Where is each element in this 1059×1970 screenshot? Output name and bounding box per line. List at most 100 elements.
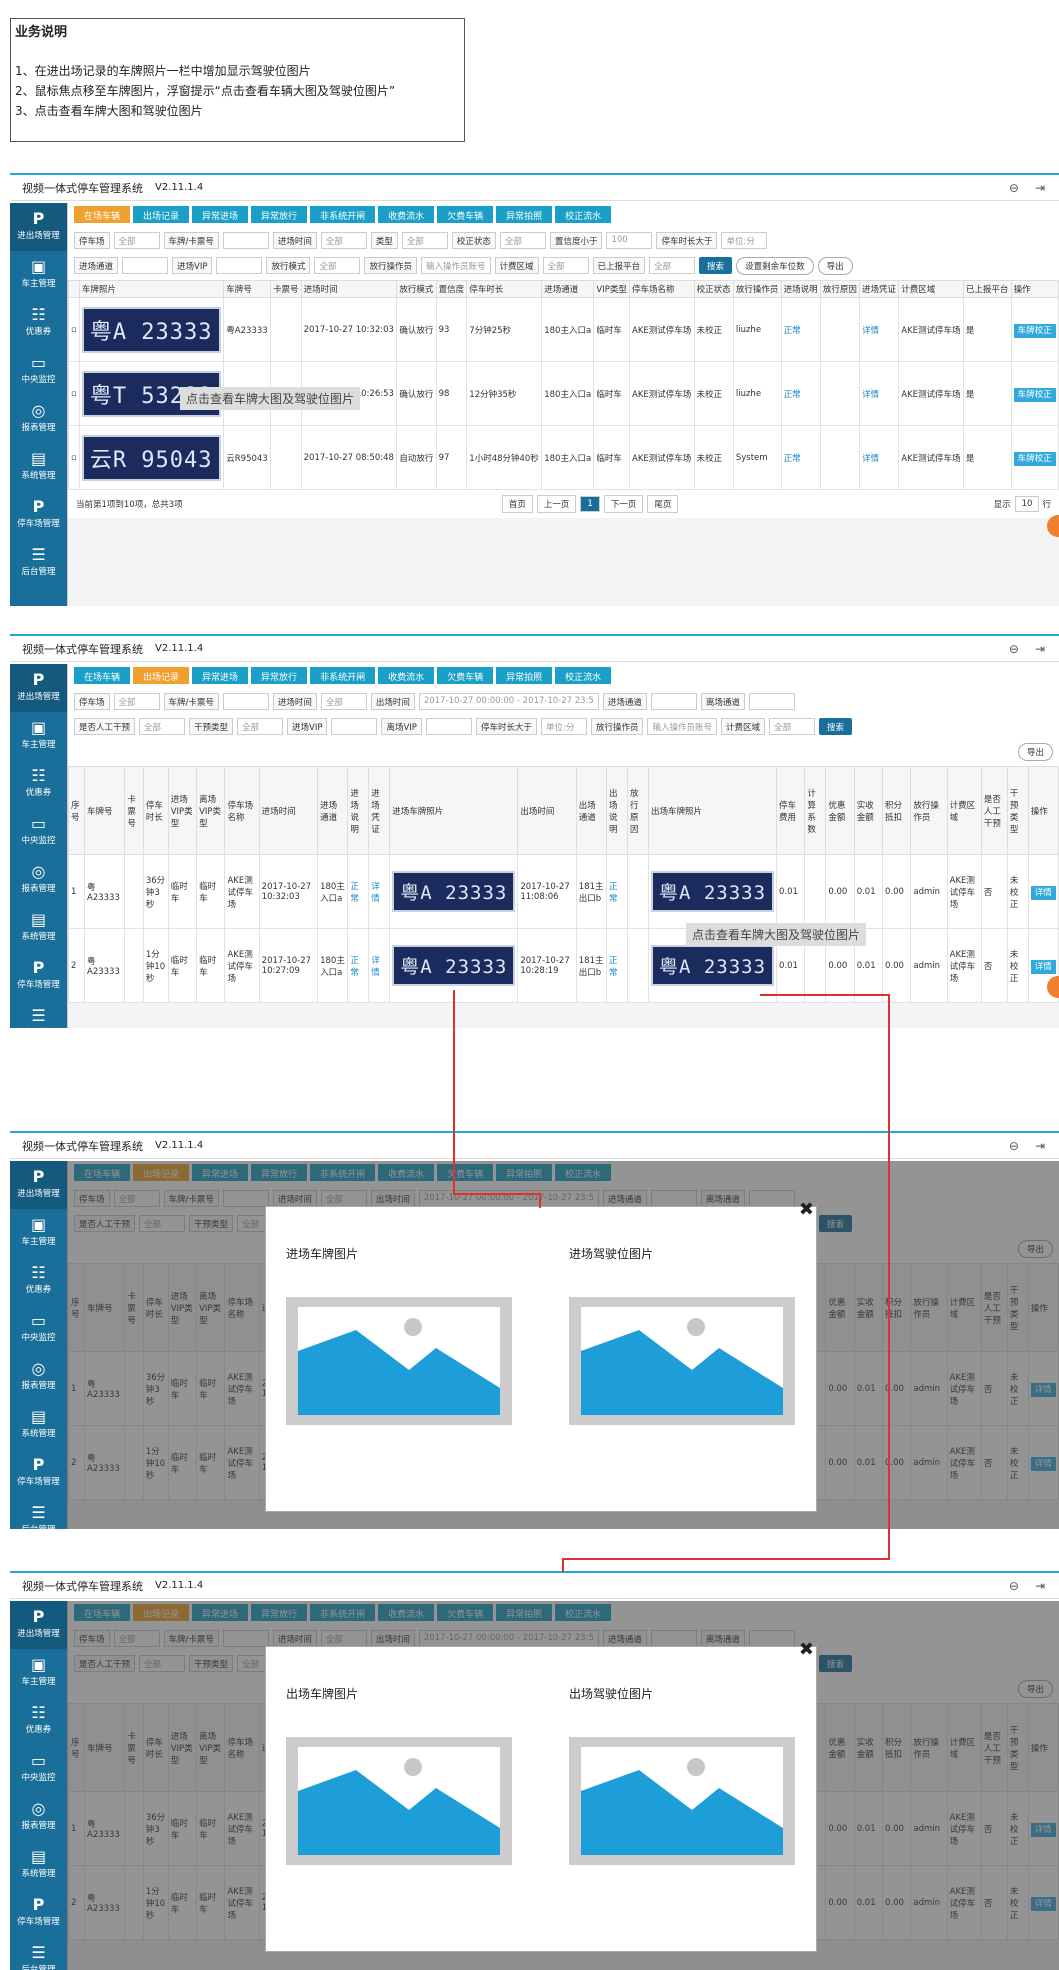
sidebar-item-backend[interactable]: ☰后台管理: [10, 1937, 67, 1970]
tab-non-system-open[interactable]: 非系统开闸: [310, 206, 376, 223]
sidebar-item-reports[interactable]: ◎ 报表管理: [10, 1353, 67, 1401]
sidebar-item-backend[interactable]: ☰后台管理: [10, 1000, 67, 1028]
sidebar-item-lots[interactable]: P 停车场管理: [10, 952, 67, 1000]
tab-exit-records[interactable]: 出场记录: [133, 206, 190, 223]
detail-link[interactable]: 详情: [862, 390, 879, 400]
tab-fee-flow[interactable]: 收费流水: [378, 667, 435, 684]
filter-input[interactable]: 全部: [320, 693, 367, 710]
table-row[interactable]: ▫ 云R 95043 云R95043 2017-10-27 08:50:48 自动放行 9…: [68, 425, 1059, 490]
tab-non-system-open[interactable]: 非系统开闸: [310, 667, 376, 684]
sidebar-item-reports[interactable]: ◎ 报表管理: [10, 1793, 67, 1841]
filter-input[interactable]: 全部: [401, 232, 448, 249]
export-button[interactable]: 导出: [1017, 742, 1053, 761]
entry-plate-photo[interactable]: 粤A 23333: [392, 945, 516, 986]
user-icon[interactable]: ⊖: [1009, 642, 1019, 656]
detail-link[interactable]: 详情: [371, 956, 380, 978]
filter-input[interactable]: 单位:分: [540, 718, 587, 735]
sidebar-item-monitor[interactable]: ▭ 中央监控: [10, 1305, 67, 1353]
logout-icon[interactable]: ⇥: [1035, 1139, 1045, 1153]
sidebar-item-reports[interactable]: ◎ 报表管理: [10, 395, 67, 443]
out-plate-image[interactable]: [286, 1737, 512, 1865]
filter-input[interactable]: 全部: [113, 232, 160, 249]
exit-plate-photo[interactable]: 粤A 23333: [650, 945, 775, 986]
sidebar-item-entry-exit[interactable]: P 进出场管理: [10, 664, 67, 712]
filter-input[interactable]: 全部: [499, 232, 546, 249]
plate-photo[interactable]: 云R 95043: [81, 434, 221, 481]
page-size-select[interactable]: 10: [1014, 496, 1040, 512]
sidebar-item-lots[interactable]: P 停车场管理: [10, 1449, 67, 1497]
tab-in-vehicles[interactable]: 在场车辆: [74, 667, 131, 684]
user-icon[interactable]: ⊖: [1009, 1139, 1019, 1153]
tab-abnormal-photo[interactable]: 异常拍照: [496, 667, 553, 684]
row-checkbox[interactable]: ▫: [68, 361, 80, 426]
sidebar-item-coupons[interactable]: ☷ 优惠券: [10, 760, 67, 808]
sidebar-item-backend[interactable]: ☰后台管理: [10, 539, 67, 587]
search-button[interactable]: 搜索: [699, 257, 733, 274]
filter-input[interactable]: 输入操作员账号: [421, 257, 491, 274]
out-driver-image[interactable]: [569, 1737, 795, 1865]
page-1-button[interactable]: 1: [580, 496, 600, 512]
close-icon[interactable]: ✖: [799, 1639, 814, 1660]
sidebar-item-owners[interactable]: ▣ 车主管理: [10, 1209, 67, 1257]
plate-correct-button[interactable]: 车牌校正: [1013, 451, 1056, 466]
sidebar-item-coupons[interactable]: ☷ 优惠券: [10, 299, 67, 347]
filter-input[interactable]: 单位:分: [721, 232, 768, 249]
in-plate-image[interactable]: [286, 1297, 512, 1425]
filter-input[interactable]: 全部: [113, 693, 160, 710]
sidebar-item-backend[interactable]: ☰后台管理: [10, 1497, 67, 1529]
filter-input[interactable]: 全部: [649, 257, 696, 274]
prev-page-button[interactable]: 上一页: [536, 495, 577, 513]
action-button[interactable]: 导出: [817, 256, 853, 275]
first-page-button[interactable]: 首页: [501, 495, 533, 513]
table-row[interactable]: ▫ 粤A 23333 粤A23333 2017-10-27 10:32:03 确认放行 9…: [68, 297, 1059, 362]
sidebar-item-owners[interactable]: ▣ 车主管理: [10, 712, 67, 760]
detail-button[interactable]: 详情: [1030, 959, 1056, 974]
search-button[interactable]: 搜索: [819, 718, 853, 735]
filter-input[interactable]: [122, 257, 169, 274]
tab-in-vehicles[interactable]: 在场车辆: [74, 206, 131, 223]
in-driver-image[interactable]: [569, 1297, 795, 1425]
detail-button[interactable]: 详情: [1030, 885, 1056, 900]
sidebar-item-system[interactable]: ▤ 系统管理: [10, 904, 67, 952]
row-checkbox[interactable]: ▫: [68, 425, 80, 490]
logout-icon[interactable]: ⇥: [1035, 642, 1045, 656]
tab-exit-records[interactable]: 出场记录: [133, 667, 190, 684]
filter-input[interactable]: [748, 693, 795, 710]
sidebar-item-reports[interactable]: ◎ 报表管理: [10, 856, 67, 904]
user-icon[interactable]: ⊖: [1009, 1579, 1019, 1593]
sidebar-item-coupons[interactable]: ☷ 优惠券: [10, 1257, 67, 1305]
sidebar-item-entry-exit[interactable]: P 进出场管理: [10, 1601, 67, 1649]
sidebar-item-entry-exit[interactable]: P 进出场管理: [10, 1161, 67, 1209]
filter-input[interactable]: [331, 718, 378, 735]
tab-abnormal-entry[interactable]: 异常进场: [192, 667, 249, 684]
table-row[interactable]: 2粤A233331分钟10秒临时车临时车AKE测试停车场2017-10-27 1…: [68, 928, 1059, 1003]
tab-abnormal-release[interactable]: 异常放行: [251, 206, 308, 223]
sidebar-item-system[interactable]: ▤ 系统管理: [10, 1841, 67, 1889]
plate-photo[interactable]: 粤A 23333: [81, 306, 221, 353]
sidebar-item-monitor[interactable]: ▭ 中央监控: [10, 808, 67, 856]
filter-input[interactable]: 全部: [769, 718, 815, 735]
user-icon[interactable]: ⊖: [1009, 181, 1019, 195]
filter-input[interactable]: [216, 257, 263, 274]
logout-icon[interactable]: ⇥: [1035, 1579, 1045, 1593]
sidebar-item-monitor[interactable]: ▭ 中央监控: [10, 1745, 67, 1793]
plate-correct-button[interactable]: 车牌校正: [1013, 323, 1056, 338]
select-all-checkbox[interactable]: [68, 280, 80, 298]
exit-plate-photo[interactable]: 粤A 23333: [650, 871, 775, 912]
next-page-button[interactable]: 下一页: [603, 495, 644, 513]
filter-input[interactable]: [650, 693, 697, 710]
tab-correction-flow[interactable]: 校正流水: [555, 667, 612, 684]
filter-input[interactable]: [222, 232, 269, 249]
sidebar-item-coupons[interactable]: ☷ 优惠券: [10, 1697, 67, 1745]
row-checkbox[interactable]: ▫: [68, 297, 80, 362]
sidebar-item-owners[interactable]: ▣ 车主管理: [10, 251, 67, 299]
tab-abnormal-photo[interactable]: 异常拍照: [496, 206, 553, 223]
filter-input[interactable]: 全部: [237, 718, 284, 735]
sidebar-item-monitor[interactable]: ▭ 中央监控: [10, 347, 67, 395]
filter-input[interactable]: [425, 718, 472, 735]
sidebar-item-lots[interactable]: P 停车场管理: [10, 1889, 67, 1937]
entry-plate-photo[interactable]: 粤A 23333: [392, 871, 516, 912]
logout-icon[interactable]: ⇥: [1035, 181, 1045, 195]
plate-correct-button[interactable]: 车牌校正: [1013, 387, 1056, 402]
filter-input[interactable]: 全部: [139, 718, 186, 735]
